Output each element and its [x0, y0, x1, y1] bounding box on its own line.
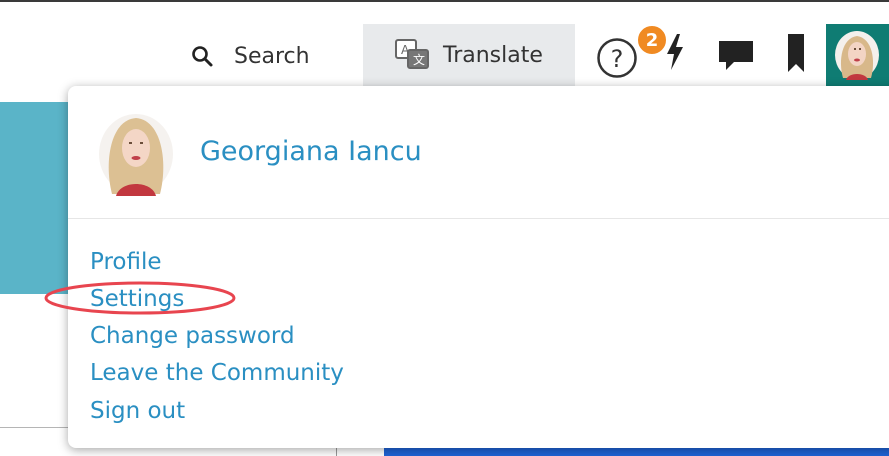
- user-avatar-button[interactable]: [826, 24, 889, 86]
- menu-item-profile[interactable]: Profile: [90, 244, 344, 281]
- menu-item-change-password[interactable]: Change password: [90, 318, 344, 355]
- lightning-icon[interactable]: [665, 32, 685, 72]
- user-name-link[interactable]: Georgiana Iancu: [200, 136, 422, 167]
- svg-text:文: 文: [413, 52, 425, 67]
- background-divider: [0, 427, 70, 428]
- notification-badge: 2: [636, 24, 668, 56]
- user-avatar: [99, 114, 173, 196]
- help-icon[interactable]: ?: [596, 37, 638, 79]
- background-divider-vertical: [336, 448, 337, 456]
- user-menu-list: Profile Settings Change password Leave t…: [90, 244, 344, 430]
- search-button[interactable]: Search: [190, 36, 310, 76]
- user-menu-dropdown: Georgiana Iancu Profile Settings Change …: [68, 86, 889, 448]
- settings-highlight-ellipse: [44, 281, 236, 315]
- avatar: [835, 31, 879, 80]
- background-blue-panel: [384, 448, 889, 456]
- svg-text:?: ?: [611, 45, 624, 73]
- bookmark-icon[interactable]: [786, 32, 806, 74]
- search-icon: [192, 46, 213, 67]
- translate-icon: A 文: [395, 39, 429, 69]
- menu-item-sign-out[interactable]: Sign out: [90, 393, 344, 430]
- chat-icon[interactable]: [716, 38, 756, 72]
- translate-button[interactable]: A 文 Translate: [363, 24, 575, 86]
- search-label: Search: [234, 43, 310, 69]
- user-header: Georgiana Iancu: [68, 86, 889, 219]
- page: Search A 文 Translate ? 2 Georgiana Iancu…: [0, 0, 889, 456]
- menu-item-leave-community[interactable]: Leave the Community: [90, 355, 344, 392]
- translate-label: Translate: [443, 42, 543, 68]
